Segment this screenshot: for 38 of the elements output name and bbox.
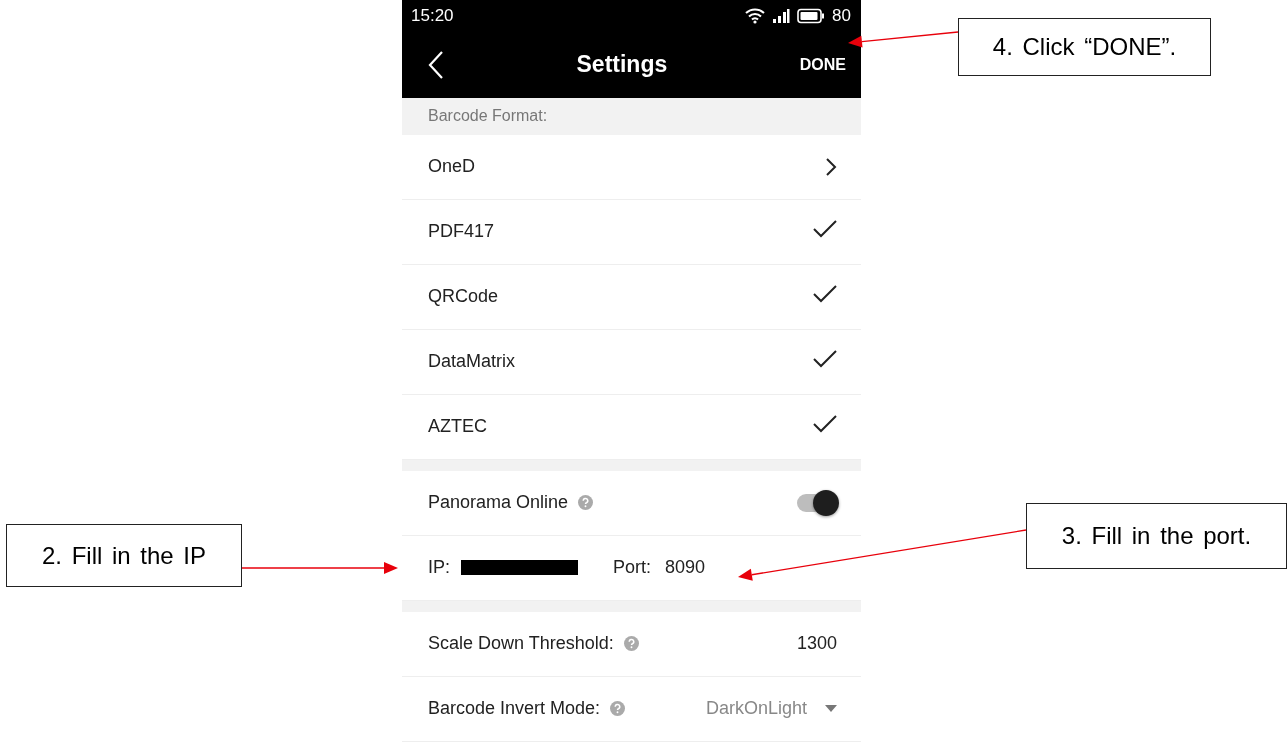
chevron-right-icon	[825, 157, 837, 177]
settings-row[interactable]: PDF417	[402, 200, 861, 265]
dropdown-value[interactable]: DarkOnLight	[705, 698, 807, 720]
ip-label: IP:	[428, 557, 450, 579]
back-icon[interactable]	[428, 49, 444, 80]
threshold-value[interactable]: 1300	[796, 633, 837, 655]
row-label: Barcode Invert Mode:	[428, 698, 601, 720]
help-icon[interactable]	[610, 701, 626, 717]
checkmark-icon	[813, 415, 837, 434]
status-time: 15:20	[411, 5, 454, 26]
checkmark-icon	[813, 350, 837, 369]
help-icon[interactable]	[578, 495, 594, 511]
screen-title: Settings	[576, 51, 668, 79]
port-label: Port:	[613, 557, 652, 579]
row-label: AZTEC	[428, 416, 487, 438]
row-label: Scale Down Threshold:	[428, 633, 614, 655]
settings-row[interactable]: QRCode	[402, 265, 861, 330]
callout-box: 4. Click “DONE”.	[958, 18, 1211, 76]
settings-row[interactable]: AZTEC	[402, 395, 861, 460]
port-field[interactable]: 8090	[665, 557, 706, 579]
row-label: Panorama Online	[428, 492, 569, 514]
row-label: DataMatrix	[428, 351, 516, 373]
row-label: OneD	[428, 156, 476, 178]
wifi-icon	[745, 7, 766, 24]
checkmark-icon	[813, 285, 837, 304]
callout-box: 2. Fill in the IP	[6, 524, 242, 587]
row-label: PDF417	[428, 221, 495, 243]
settings-row[interactable]: OneD	[402, 135, 861, 200]
battery-level: 80	[832, 5, 851, 26]
help-icon[interactable]	[623, 636, 639, 652]
battery-icon	[797, 7, 826, 24]
settings-row[interactable]: DataMatrix	[402, 330, 861, 395]
caret-icon[interactable]	[825, 705, 837, 713]
callout-box: 3. Fill in the port.	[1026, 503, 1287, 569]
row-label: QRCode	[428, 286, 499, 308]
signal-icon	[772, 7, 791, 24]
checkmark-icon	[813, 220, 837, 239]
done-button[interactable]: DONE	[799, 51, 846, 78]
